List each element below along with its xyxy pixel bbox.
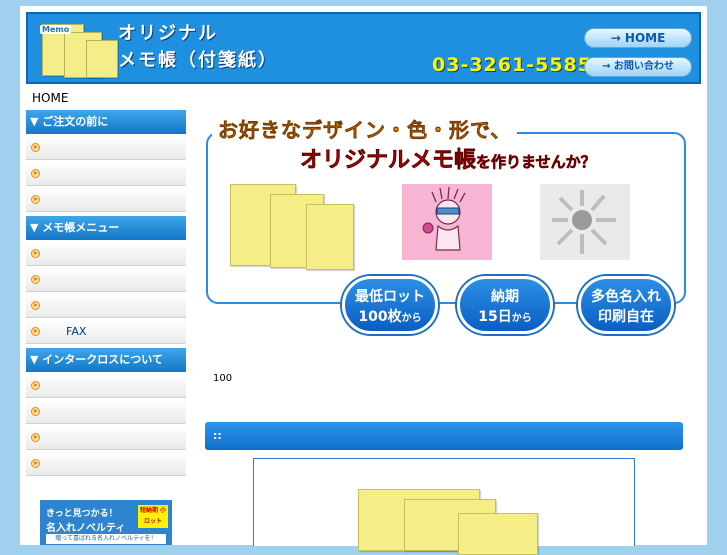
- arrow-circle-icon: [31, 327, 40, 336]
- novelty-banner[interactable]: きっと見つかる！ 名入れノベルティ 短納期 小ロット 贈って喜ばれる名入れノベル…: [40, 500, 172, 545]
- banner-tag: 短納期 小ロット: [138, 505, 168, 528]
- hero-subheadline-suffix: を作りませんか？: [476, 153, 596, 172]
- sidebar: HOME ▼ ご注文の前に ▼ メモ帳メニュー FAX ▼ インタークロスについ…: [26, 88, 186, 545]
- phone-number: 03-3261-5585: [432, 54, 592, 76]
- sidebar-item-fax[interactable]: FAX: [26, 320, 186, 344]
- feature-value: 15日: [478, 309, 512, 325]
- arrow-circle-icon: [31, 459, 40, 468]
- logo-text: Memo: [40, 25, 72, 34]
- arrow-circle-icon: [31, 275, 40, 284]
- sidebar-item[interactable]: [26, 242, 186, 266]
- sidebar-item[interactable]: [26, 268, 186, 292]
- flower-memo-image: [540, 184, 630, 260]
- site-title-line1: オリジナル: [118, 23, 218, 44]
- sidebar-item[interactable]: [26, 374, 186, 398]
- sidebar-item[interactable]: [26, 426, 186, 450]
- feature-minimum-lot: 最低ロット 100枚から: [342, 276, 438, 334]
- sidebar-item[interactable]: [26, 400, 186, 424]
- feature-delivery: 納期 15日から: [457, 276, 553, 334]
- sidebar-item[interactable]: [26, 452, 186, 476]
- product-photo-box: [253, 458, 635, 555]
- sidebar-item[interactable]: [26, 136, 186, 160]
- home-button[interactable]: → HOME: [584, 28, 692, 48]
- hero-banner: お好きなデザイン・色・形で、 オリジナルメモ帳を作りませんか？ 最低ロット 10…: [204, 112, 686, 352]
- intro-text: 100: [213, 373, 233, 384]
- feature-multicolor-print: 多色名入れ 印刷自在: [578, 276, 674, 334]
- feature-suffix: から: [401, 313, 422, 324]
- arrow-circle-icon: [31, 301, 40, 310]
- banner-line2: 名入れノベルティ: [46, 523, 126, 534]
- hero-headline: お好きなデザイン・色・形で、: [212, 114, 518, 143]
- feature-value: 100枚: [358, 309, 402, 325]
- sidebar-item[interactable]: [26, 162, 186, 186]
- feature-title: 多色名入れ: [591, 289, 661, 305]
- banner-line1: きっと見つかる！: [46, 509, 118, 519]
- hero-subheadline-main: オリジナルメモ帳: [300, 148, 477, 174]
- sidebar-item[interactable]: [26, 294, 186, 318]
- arrow-circle-icon: [31, 249, 40, 258]
- arrow-circle-icon: [31, 381, 40, 390]
- sidebar-home-link[interactable]: HOME: [26, 88, 186, 108]
- memo-pad: [306, 204, 354, 270]
- arrow-circle-icon: [31, 407, 40, 416]
- section-heading-bar: ::: [205, 422, 683, 450]
- contact-button[interactable]: → お問い合わせ: [584, 57, 692, 77]
- logo-pad-front: [86, 40, 118, 78]
- site-title[interactable]: オリジナル メモ帳（付箋紙）: [118, 20, 278, 74]
- memo-pad: [458, 513, 538, 555]
- memo-pad-logo[interactable]: Memo: [38, 20, 118, 80]
- sidebar-item[interactable]: [26, 188, 186, 212]
- flower-illustration: [552, 190, 616, 254]
- arrow-circle-icon: [31, 195, 40, 204]
- feature-title: 納期: [491, 289, 519, 305]
- pink-memo-image: [402, 184, 492, 260]
- arrow-circle-icon: [31, 143, 40, 152]
- arrow-circle-icon: [31, 169, 40, 178]
- hero-subheadline: オリジナルメモ帳を作りませんか？: [296, 142, 600, 174]
- feature-value: 印刷自在: [598, 309, 654, 325]
- scientist-illustration: [422, 186, 466, 251]
- memo-pads-image: [226, 184, 354, 270]
- site-title-line2: メモ帳（付箋紙）: [118, 50, 278, 71]
- arrow-circle-icon: [31, 433, 40, 442]
- banner-line3: 贈って喜ばれる名入れノベルティを！: [46, 534, 166, 544]
- sidebar-section-before-order[interactable]: ▼ ご注文の前に: [26, 110, 186, 134]
- site-header: Memo オリジナル メモ帳（付箋紙） 03-3261-5585 → HOME …: [26, 12, 701, 84]
- feature-suffix: から: [511, 313, 532, 324]
- feature-title: 最低ロット: [355, 289, 425, 305]
- sidebar-section-memo-menu[interactable]: ▼ メモ帳メニュー: [26, 216, 186, 240]
- sidebar-section-about-intercross[interactable]: ▼ インタークロスについて: [26, 348, 186, 372]
